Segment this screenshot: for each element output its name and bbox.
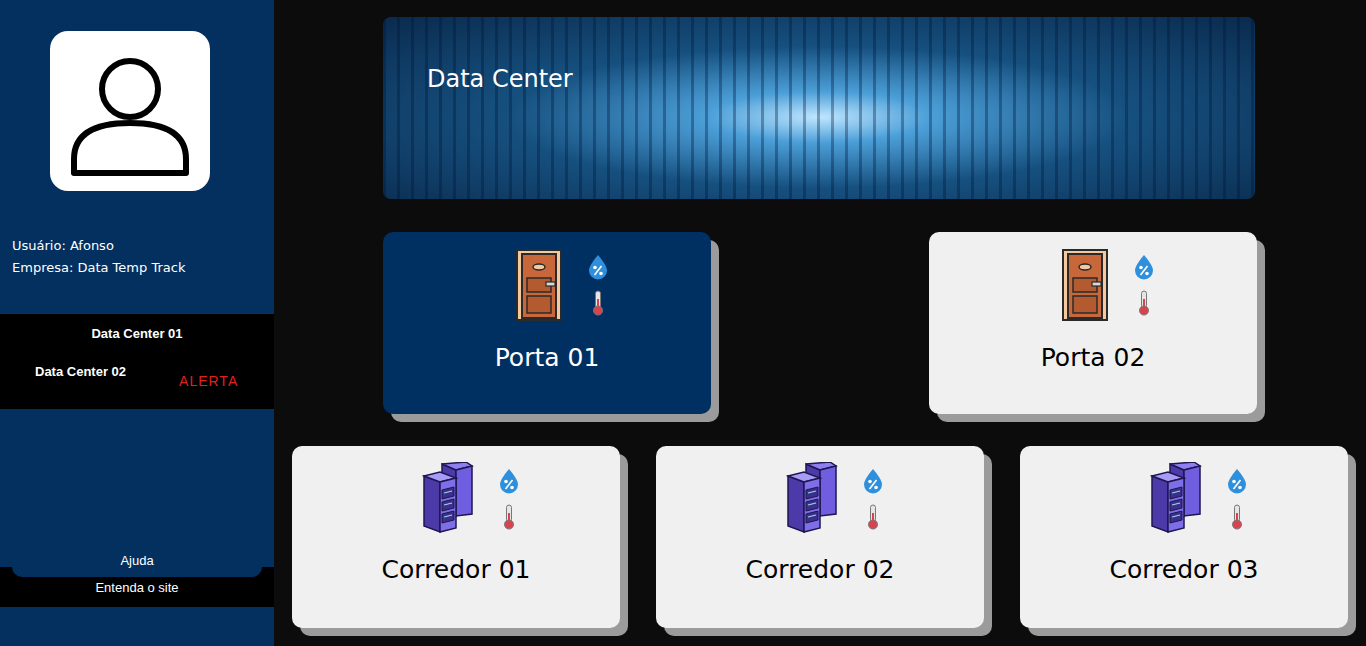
- door-icon: [1061, 248, 1109, 322]
- corridor-card[interactable]: Corredor 02: [656, 446, 984, 628]
- humidity-icon: [1226, 468, 1248, 494]
- datacenter-label: Data Center 02: [35, 364, 126, 380]
- humidity-icon: [498, 468, 520, 494]
- corridor-label: Corredor 02: [746, 554, 895, 586]
- sensor-icons: [1226, 462, 1248, 530]
- corridor-label: Corredor 03: [1110, 554, 1259, 586]
- help-button[interactable]: Ajuda: [12, 547, 262, 577]
- door-icon: [515, 248, 563, 322]
- door-card[interactable]: Porta 01: [383, 232, 711, 414]
- company-name: Empresa: Data Temp Track: [12, 257, 266, 279]
- humidity-icon: [587, 254, 609, 280]
- card-icons: [515, 248, 609, 322]
- sensor-icons: [1133, 248, 1155, 316]
- card-icons: [1150, 462, 1248, 534]
- humidity-icon: [1133, 254, 1155, 280]
- corridor-label: Corredor 01: [382, 554, 531, 586]
- server-rack-icon: [1150, 462, 1202, 534]
- user-icon: [60, 41, 200, 181]
- sensor-icons: [587, 248, 609, 316]
- door-label: Porta 01: [495, 342, 600, 374]
- door-card[interactable]: Porta 02: [929, 232, 1257, 414]
- doors-row: Porta 01 Porta 02: [274, 232, 1366, 414]
- card-icons: [786, 462, 884, 534]
- thermometer-icon: [1138, 290, 1150, 316]
- corridors-row: Corredor 01 Corredor 02 Corredor 03: [274, 446, 1366, 628]
- server-rack-icon: [422, 462, 474, 534]
- help-area: AjudaEntenda o site: [0, 547, 274, 607]
- banner-title: Data Center: [427, 65, 573, 93]
- avatar[interactable]: [50, 31, 210, 191]
- main-content: Data CenterPorta 01Porta 02Corredor 01Co…: [274, 0, 1366, 646]
- datacenter-list: Data Center 01 Data Center 02 ALERTA: [0, 314, 274, 409]
- user-name: Usuário: Afonso: [12, 235, 266, 257]
- server-rack-icon: [786, 462, 838, 534]
- banner-photo: [383, 17, 1255, 199]
- page: Usuário: AfonsoEmpresa: Data Temp Track D…: [0, 0, 1366, 646]
- door-label: Porta 02: [1041, 342, 1146, 374]
- sidebar: Usuário: AfonsoEmpresa: Data Temp Track D…: [0, 0, 274, 646]
- banner-row: Data Center: [274, 17, 1366, 199]
- humidity-icon: [862, 468, 884, 494]
- card-icons: [422, 462, 520, 534]
- alert-badge: ALERTA: [179, 373, 238, 389]
- user-info: Usuário: AfonsoEmpresa: Data Temp Track: [0, 235, 274, 279]
- datacenter-label: Data Center 01: [91, 326, 182, 341]
- banner: Data Center: [383, 17, 1255, 199]
- thermometer-icon: [1231, 504, 1243, 530]
- corridor-card[interactable]: Corredor 01: [292, 446, 620, 628]
- card-icons: [1061, 248, 1155, 322]
- thermometer-icon: [867, 504, 879, 530]
- corridor-card[interactable]: Corredor 03: [1020, 446, 1348, 628]
- sensor-icons: [862, 462, 884, 530]
- thermometer-icon: [592, 290, 604, 316]
- datacenter-item[interactable]: Data Center 02 ALERTA: [0, 364, 274, 389]
- sensor-icons: [498, 462, 520, 530]
- datacenter-item[interactable]: Data Center 01: [0, 326, 274, 342]
- thermometer-icon: [503, 504, 515, 530]
